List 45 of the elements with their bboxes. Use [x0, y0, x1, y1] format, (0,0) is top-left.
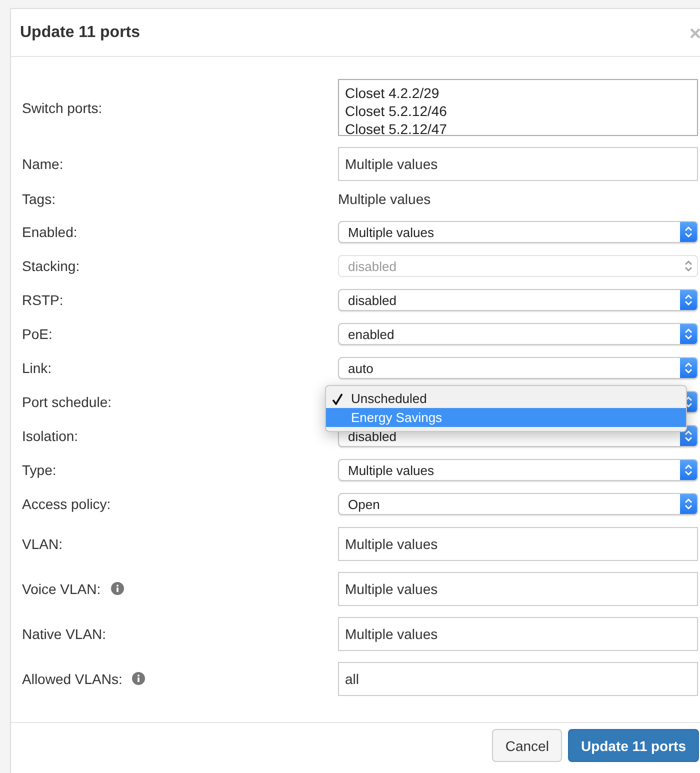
field-label: Switch ports: — [22, 100, 102, 116]
updown-arrows-icon[interactable] — [680, 222, 697, 242]
field-label: PoE: — [22, 326, 52, 342]
field-label: RSTP: — [22, 292, 64, 308]
dialog-title: Update 11 ports — [20, 24, 140, 42]
info-icon[interactable] — [132, 672, 146, 685]
menu-item[interactable]: Unscheduled — [326, 389, 686, 408]
dropdown-select[interactable]: Multiple values — [338, 221, 698, 243]
field-label: Voice VLAN: — [22, 580, 101, 596]
info-icon[interactable] — [110, 582, 124, 595]
updown-arrows-icon[interactable] — [680, 460, 697, 480]
updown-arrows-icon[interactable] — [680, 324, 697, 344]
input-field[interactable]: Multiple values — [338, 616, 698, 650]
field-label: Access policy: — [22, 496, 111, 512]
field-label: Type: — [22, 462, 56, 478]
dropdown-select[interactable]: enabled — [338, 323, 698, 345]
field-label: VLAN: — [22, 536, 62, 552]
field-label: Port schedule: — [22, 394, 112, 410]
field-label: Allowed VLANs: — [22, 670, 122, 686]
check-icon — [332, 392, 343, 404]
updown-arrows-icon[interactable] — [680, 494, 697, 514]
submit-button[interactable]: Update 11 ports — [568, 729, 699, 762]
field-label: Name: — [22, 156, 64, 172]
dropdown-select[interactable]: Multiple values — [338, 459, 698, 481]
dropdown-select[interactable]: auto — [338, 357, 698, 379]
input-field[interactable]: all — [338, 662, 698, 696]
field-label: Tags: — [22, 191, 56, 207]
field-label: Stacking: — [22, 258, 80, 274]
list-item[interactable]: Closet 5.2.12/47 — [345, 120, 691, 135]
field-label: Link: — [22, 360, 52, 376]
switch-ports-list[interactable]: Closet 4.2.2/29 Closet 5.2.12/46 Closet 5.2.12/47 — [338, 79, 698, 136]
input-field[interactable]: Multiple values — [338, 526, 698, 560]
list-item[interactable]: Closet 5.2.12/46 — [345, 102, 691, 120]
cancel-button[interactable]: Cancel — [492, 729, 562, 762]
input-field[interactable]: Multiple values — [338, 147, 698, 181]
dropdown-select[interactable]: Open — [338, 493, 698, 515]
updown-arrows-icon[interactable] — [680, 290, 697, 310]
input-field[interactable]: Multiple values — [338, 572, 698, 606]
dropdown-select[interactable]: disabled — [338, 289, 698, 311]
list-item[interactable]: Closet 4.2.2/29 — [345, 84, 691, 102]
field-label: Enabled: — [22, 224, 78, 240]
field-label: Native VLAN: — [22, 626, 106, 642]
updown-arrows-icon[interactable] — [680, 358, 697, 378]
field-label: Isolation: — [22, 428, 78, 444]
field-value: Multiple values — [338, 191, 432, 207]
